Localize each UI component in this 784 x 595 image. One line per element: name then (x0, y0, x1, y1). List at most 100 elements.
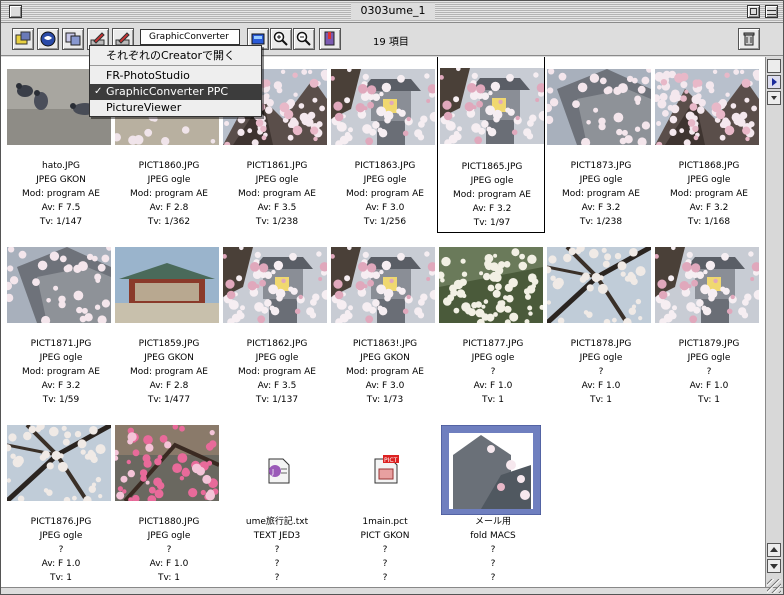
photo-thumbnail[interactable] (547, 247, 651, 323)
scroll-arrow-down-small-icon[interactable] (767, 91, 781, 105)
photo-thumbnail[interactable] (655, 69, 759, 145)
file-mod: Mod: program AE (453, 190, 531, 200)
file-type: JPEG ogle (255, 175, 299, 185)
file-grid: hato.JPG JPEG GKON Mod: program AE Av: F 7.… (1, 57, 765, 587)
file-item[interactable]: PICT1880.JPG JPEG ogle? Av: F 1.0 Tv: 1 (115, 425, 223, 587)
photo-thumbnail[interactable] (331, 69, 435, 145)
photo-thumbnail[interactable] (115, 247, 219, 323)
photo-thumbnail[interactable] (115, 425, 219, 501)
file-mod: ? (274, 545, 280, 555)
file-mod: Mod: program AE (22, 367, 100, 377)
file-item[interactable]: PICT1863.JPG JPEG ogle Mod: program AE Av: … (331, 69, 439, 241)
text-file-icon[interactable]: J (263, 457, 291, 488)
photo-thumbnail[interactable] (7, 425, 111, 501)
file-mod: Mod: program AE (238, 367, 316, 377)
photo-thumbnail[interactable] (547, 69, 651, 145)
trash-icon[interactable] (738, 28, 760, 50)
window-icon[interactable] (62, 28, 84, 50)
file-tv: Tv: 1/137 (255, 395, 299, 405)
file-item[interactable]: PICT1862.JPG JPEG ogle Mod: program AE Av: … (223, 247, 331, 419)
window-bottom-edge (1, 587, 783, 594)
creator-field[interactable]: GraphicConverter (140, 29, 240, 45)
file-tv: ? (274, 573, 280, 583)
bookmark-icon[interactable] (319, 28, 341, 50)
file-item[interactable]: PICT1878.JPG JPEG ogle? Av: F 1.0 Tv: 1 (547, 247, 655, 419)
file-item[interactable]: PICT1873.JPG JPEG ogle Mod: program AE Av: … (547, 69, 655, 241)
folder-icon[interactable] (440, 424, 542, 518)
file-item[interactable]: PICT1859.JPG JPEG GKON Mod: program AE Av: … (115, 247, 223, 419)
photo-thumbnail[interactable] (655, 247, 759, 323)
file-av: Av: F 3.2 (689, 203, 729, 213)
file-item[interactable]: PICT1876.JPG JPEG ogle? Av: F 1.0 Tv: 1 (7, 425, 115, 587)
photo-thumbnail[interactable] (331, 247, 435, 323)
new-folder-icon[interactable] (12, 28, 34, 50)
file-mod: ? (706, 367, 712, 377)
file-mod: Mod: program AE (22, 189, 100, 199)
globe-icon[interactable] (37, 28, 59, 50)
file-tv: Tv: 1/238 (579, 217, 623, 227)
creator-popup-menu: それぞれのCreatorで開く FR-PhotoStudio ✓ Graphic… (89, 45, 262, 117)
file-name: PICT1868.JPG (678, 161, 740, 171)
finder-window: 0303ume_1 GraphicConverter 19 項目 それぞれのCr… (0, 0, 784, 595)
file-av: Av: F 3.0 (365, 203, 405, 213)
zoom-in-icon[interactable] (270, 28, 292, 50)
file-mod: ? (490, 367, 496, 377)
svg-text:PICT: PICT (384, 457, 398, 464)
menu-item-graphicconverter[interactable]: ✓ GraphicConverter PPC (90, 84, 261, 100)
file-item[interactable]: PICT1863!.JPG JPEG GKON Mod: program AE Av:… (331, 247, 439, 419)
scroll-up-arrow-icon[interactable] (767, 543, 781, 557)
item-count: 19 項目 (373, 37, 409, 48)
resize-grip-icon[interactable] (767, 579, 781, 593)
title-bar[interactable]: 0303ume_1 (1, 1, 783, 23)
file-tv: Tv: 1 (698, 395, 720, 405)
file-mod: Mod: program AE (346, 189, 424, 199)
file-mod: ? (382, 545, 388, 555)
scroll-down-arrow-icon[interactable] (767, 559, 781, 573)
pict-file-icon[interactable]: PICT (371, 455, 399, 488)
photo-thumbnail[interactable] (439, 247, 543, 323)
collapse-box-icon[interactable] (765, 5, 778, 18)
zoom-out-icon[interactable] (293, 28, 315, 50)
file-av: Av: F 1.0 (149, 559, 189, 569)
file-av: Av: F 2.8 (149, 203, 189, 213)
photo-thumbnail[interactable] (440, 68, 544, 144)
file-name: PICT1859.JPG (138, 339, 200, 349)
file-item[interactable]: PICT1871.JPG JPEG ogle Mod: program AE Av: … (7, 247, 115, 419)
file-name: ume旅行記.txt (245, 517, 309, 527)
file-tv: ? (382, 573, 388, 583)
file-type: JPEG ogle (39, 353, 83, 363)
menu-item-fr-photostudio[interactable]: FR-PhotoStudio (90, 68, 261, 84)
file-item[interactable]: J ume旅行記.txt TEXT JED3??? (223, 425, 331, 587)
file-name: PICT1879.JPG (678, 339, 740, 349)
file-name: PICT1876.JPG (30, 517, 92, 527)
file-tv: Tv: 1 (482, 395, 504, 405)
file-av: Av: F 3.2 (41, 381, 81, 391)
file-item[interactable]: PICT1865.JPG JPEG ogle Mod: program AE Av: … (437, 57, 545, 233)
window-title: 0303ume_1 (360, 4, 426, 17)
file-item[interactable]: メール用 fold MACS??? (439, 424, 547, 587)
file-type: JPEG GKON (360, 353, 410, 363)
scroll-arrow-right-icon[interactable] (767, 75, 781, 89)
file-av: Av: F 3.5 (257, 381, 297, 391)
scroll-mode-icon[interactable] (767, 59, 781, 73)
file-av: ? (274, 559, 280, 569)
menu-item-pictureviewer[interactable]: PictureViewer (90, 100, 261, 116)
file-tv: Tv: 1 (590, 395, 612, 405)
vertical-scrollbar[interactable] (765, 57, 783, 587)
zoom-box-icon[interactable] (747, 5, 760, 18)
file-type: JPEG ogle (255, 353, 299, 363)
file-name: PICT1877.JPG (462, 339, 524, 349)
file-item[interactable]: PICT 1main.pct PICT GKON??? (331, 425, 439, 587)
close-box-icon[interactable] (9, 5, 22, 18)
photo-thumbnail[interactable] (7, 247, 111, 323)
file-item[interactable]: PICT1877.JPG JPEG ogle? Av: F 1.0 Tv: 1 (439, 247, 547, 419)
file-mod: ? (490, 545, 496, 555)
file-mod: Mod: program AE (238, 189, 316, 199)
file-tv: Tv: 1/477 (147, 395, 191, 405)
photo-thumbnail[interactable] (223, 247, 327, 323)
file-name: メール用 (474, 517, 511, 527)
file-item[interactable]: PICT1879.JPG JPEG ogle? Av: F 1.0 Tv: 1 (655, 247, 763, 419)
file-name: PICT1860.JPG (138, 161, 200, 171)
svg-text:J: J (271, 468, 274, 476)
file-item[interactable]: PICT1868.JPG JPEG ogle Mod: program AE Av: … (655, 69, 763, 241)
